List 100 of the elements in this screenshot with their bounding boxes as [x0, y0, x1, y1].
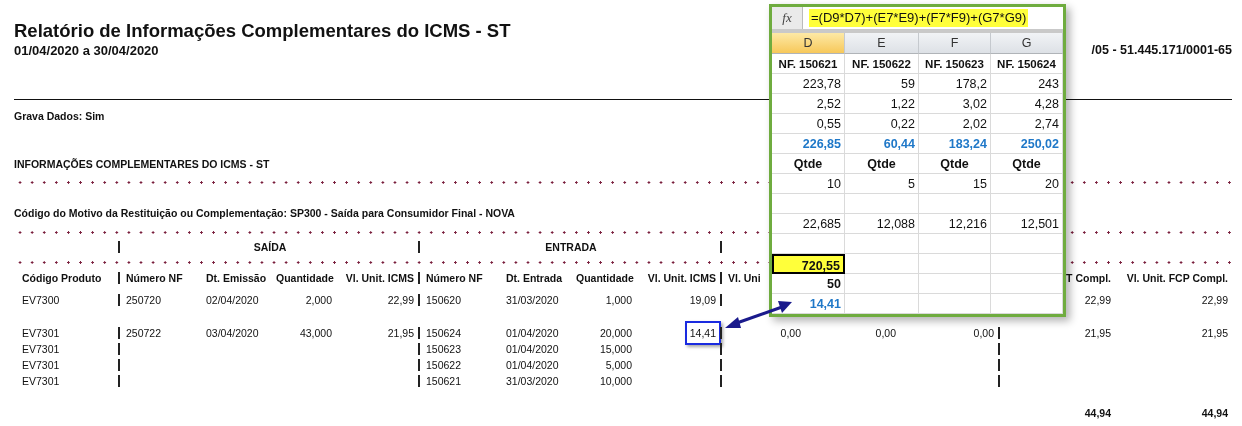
selected-cell[interactable]: 720,55: [772, 254, 845, 274]
column-header[interactable]: D: [772, 33, 845, 54]
function-icon[interactable]: fx: [772, 7, 803, 29]
table-cell: 01/04/2020: [506, 343, 559, 355]
table-cell: 250720: [126, 294, 162, 306]
sheet-cell[interactable]: 2,02: [919, 114, 991, 134]
table-cell: 31/03/2020: [506, 294, 559, 306]
sheet-cell[interactable]: Qtde: [772, 154, 845, 174]
formula-text[interactable]: =(D9*D7)+(E7*E9)+(F7*F9)+(G7*G9): [809, 9, 1029, 27]
group-heading: ENTRADA: [545, 241, 597, 253]
sheet-cell[interactable]: 243: [991, 74, 1063, 94]
sheet-cell[interactable]: 50: [772, 274, 845, 294]
table-cell: 10,000: [599, 375, 632, 387]
sheet-cell[interactable]: 5: [845, 174, 919, 194]
column-header: Quantidade: [276, 272, 334, 284]
sheet-cell[interactable]: 15: [919, 174, 991, 194]
sheet-cell[interactable]: 0,55: [772, 114, 845, 134]
column-header: Dt. Entrada: [506, 272, 562, 284]
table-cell: 22,99: [1201, 294, 1228, 306]
table-cell: 02/04/2020: [206, 294, 259, 306]
table-cell: 0,00: [875, 327, 896, 339]
sheet-cell[interactable]: 4,28: [991, 94, 1063, 114]
sheet-cell[interactable]: 12,088: [845, 214, 919, 234]
table-cell: 22,99: [387, 294, 414, 306]
table-cell: 43,000: [299, 327, 332, 339]
table-cell: 150624: [426, 327, 462, 339]
sheet-cell[interactable]: NF. 150623: [919, 54, 991, 74]
report-period: 01/04/2020 a 30/04/2020: [14, 42, 160, 59]
table-cell: 19,09: [689, 294, 716, 306]
sheet-cell[interactable]: 12,216: [919, 214, 991, 234]
table-cell: 21,95: [1201, 327, 1228, 339]
highlighted-value: 14,41: [684, 321, 721, 345]
table-cell: 150620: [426, 294, 462, 306]
grava-dados-text: Grava Dados: Sim: [14, 109, 105, 123]
column-header[interactable]: G: [991, 33, 1063, 54]
table-cell: 20,000: [599, 327, 632, 339]
table-cell: EV7300: [22, 294, 60, 306]
table-cell: 150621: [426, 375, 462, 387]
sheet-cell[interactable]: 59: [845, 74, 919, 94]
sheet-cell[interactable]: NF. 150624: [991, 54, 1063, 74]
table-cell: 1,000: [605, 294, 632, 306]
table-cell: 31/03/2020: [506, 375, 559, 387]
section-title: INFORMAÇÕES COMPLEMENTARES DO ICMS - ST: [14, 157, 270, 171]
sheet-cell[interactable]: Qtde: [991, 154, 1063, 174]
sheet-cell[interactable]: 14,41: [772, 294, 845, 314]
sheet-cell[interactable]: 183,24: [919, 134, 991, 154]
sheet-cell[interactable]: 3,02: [919, 94, 991, 114]
sheet-cell[interactable]: 12,501: [991, 214, 1063, 234]
table-cell: 01/04/2020: [506, 359, 559, 371]
table-cell: EV7301: [22, 375, 60, 387]
sheet-cell[interactable]: Qtde: [845, 154, 919, 174]
sheet-cell[interactable]: 178,2: [919, 74, 991, 94]
table-cell: EV7301: [22, 359, 60, 371]
column-header: Dt. Emissão: [206, 272, 267, 284]
column-header: Vl. Unit. ICMS: [345, 272, 414, 284]
table-cell: 250722: [126, 327, 162, 339]
sheet-cell[interactable]: 226,85: [772, 134, 845, 154]
column-header: Vl. Unit. FCP Compl.: [1126, 272, 1228, 284]
table-cell: 03/04/2020: [206, 327, 259, 339]
sheet-cell[interactable]: 1,22: [845, 94, 919, 114]
table-cell: 0,00: [780, 327, 801, 339]
table-cell: 22,99: [1084, 294, 1111, 306]
report-title: Relatório de Informações Complementares do ICMS - ST: [14, 20, 511, 42]
column-header: Número NF: [426, 272, 483, 284]
company-id: /05 - 51.445.171/0001-65: [1091, 42, 1232, 59]
sheet-cell[interactable]: 250,02: [991, 134, 1063, 154]
table-cell: 01/04/2020: [506, 327, 559, 339]
double-arrow: [725, 301, 792, 328]
table-cell: 150622: [426, 359, 462, 371]
table-cell: EV7301: [22, 343, 60, 355]
table-cell: 21,95: [1084, 327, 1111, 339]
table-cell: EV7301: [22, 327, 60, 339]
sheet-cell[interactable]: 2,74: [991, 114, 1063, 134]
sheet-cell[interactable]: Qtde: [919, 154, 991, 174]
column-header: Vl. Unit. ICMS: [647, 272, 716, 284]
sheet-cell[interactable]: 20: [991, 174, 1063, 194]
column-header: Vl. Uni: [728, 272, 761, 284]
table-cell: 5,000: [605, 359, 632, 371]
column-header: Quantidade: [576, 272, 634, 284]
sheet-cell[interactable]: 10: [772, 174, 845, 194]
table-cell: 2,000: [305, 294, 332, 306]
column-header: Código Produto: [22, 272, 102, 284]
group-heading: SAÍDA: [253, 241, 287, 253]
table-cell: 15,000: [599, 343, 632, 355]
motivo-text: Código do Motivo da Restituição ou Complementação: SP300 - Saída para Consumidor Final - NOVA: [14, 206, 515, 220]
column-header: T Compl.: [1066, 272, 1111, 284]
sheet-cell[interactable]: 2,52: [772, 94, 845, 114]
sheet-cell[interactable]: NF. 150621: [772, 54, 845, 74]
table-cell: 0,00: [973, 327, 994, 339]
sheet-cell[interactable]: 60,44: [845, 134, 919, 154]
column-header[interactable]: E: [845, 33, 919, 54]
sheet-cell[interactable]: 22,685: [772, 214, 845, 234]
column-header: Número NF: [126, 272, 183, 284]
sheet-cell[interactable]: 223,78: [772, 74, 845, 94]
sheet-cell[interactable]: 0,22: [845, 114, 919, 134]
sheet-cell[interactable]: NF. 150622: [845, 54, 919, 74]
total-value: 44,94: [1084, 407, 1111, 419]
column-header[interactable]: F: [919, 33, 991, 54]
table-cell: 21,95: [387, 327, 414, 339]
total-value: 44,94: [1201, 407, 1228, 419]
